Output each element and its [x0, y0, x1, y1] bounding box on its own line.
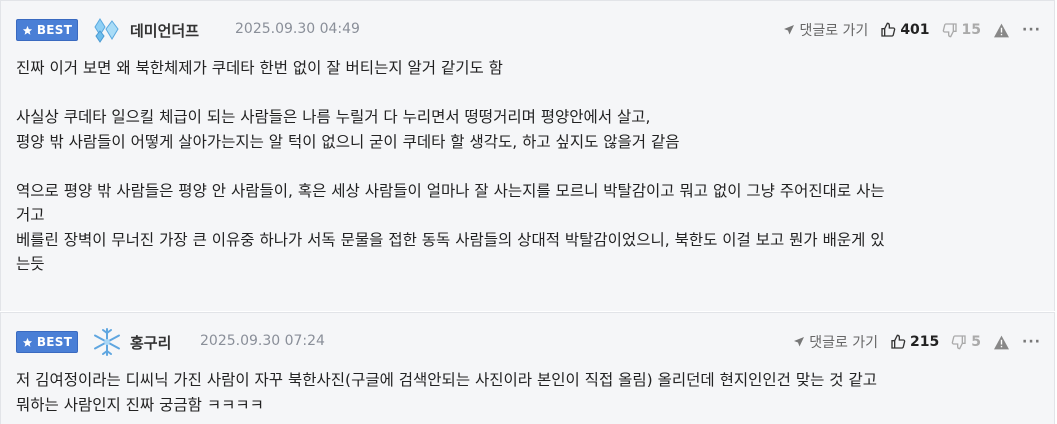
thumbs-down-icon — [942, 23, 957, 38]
like-count: 401 — [900, 22, 930, 38]
comment-date: 2025.09.30 04:49 — [235, 21, 360, 37]
comment-line: 사실상 쿠데타 일으킬 체급이 되는 사람들은 나름 누릴거 다 누리면서 떵떵… — [16, 108, 651, 126]
comment-header: BEST 홍구리 2025.09.30 07:24 댓글로 가기 215 5 ·… — [0, 328, 1057, 356]
send-arrow-icon — [794, 337, 805, 347]
comment-body: 저 김여정이라는 디씨닉 가진 사람이 자꾸 북한사진(구글에 검색안되는 사진… — [16, 368, 1043, 417]
go-to-reply-button[interactable]: 댓글로 가기 — [783, 20, 868, 40]
comment-actions: 댓글로 가기 215 5 ··· — [793, 332, 1041, 352]
thumbs-up-icon — [881, 22, 896, 37]
send-arrow-icon — [784, 25, 795, 35]
comment-line: 진짜 이거 보면 왜 북한체제가 쿠데타 한번 없이 잘 버티는지 알거 같기도… — [16, 59, 503, 77]
comment-line: 평양 밖 사람들이 어떻게 살아가는지는 알 턱이 없으니 굳이 쿠데타 할 생… — [16, 132, 680, 151]
snowflake-avatar-icon[interactable] — [92, 328, 122, 356]
dislike-button[interactable]: 5 — [951, 334, 981, 350]
dislike-button[interactable]: 15 — [942, 22, 981, 38]
nickname[interactable]: 데미언더프 — [130, 20, 199, 41]
best-badge: BEST — [16, 331, 78, 353]
more-icon[interactable]: ··· — [1022, 334, 1041, 350]
comment-body: 진짜 이거 보면 왜 북한체제가 쿠데타 한번 없이 잘 버티는지 알거 같기도… — [16, 56, 1043, 277]
comment-line: 저 김여정이라는 디씨닉 가진 사람이 자꾸 북한사진(구글에 검색안되는 사진… — [16, 371, 877, 389]
best-badge-label: BEST — [36, 335, 73, 349]
thumbs-down-icon — [951, 335, 966, 350]
thumbs-up-icon — [891, 334, 906, 349]
star-icon — [22, 25, 32, 35]
best-badge-label: BEST — [36, 23, 73, 37]
comment-date: 2025.09.30 07:24 — [200, 333, 325, 349]
warning-icon[interactable] — [993, 23, 1010, 38]
comment-header: BEST 데미언더프 2025.09.30 04:49 댓글로 가기 401 1… — [0, 17, 1057, 43]
comment-line: 베를린 장벽이 무너진 가장 큰 이유중 하나가 서독 문물을 접한 동독 사람… — [16, 230, 885, 249]
best-badge: BEST — [16, 19, 78, 41]
dislike-count: 15 — [961, 22, 982, 38]
warning-icon[interactable] — [993, 335, 1010, 350]
nickname[interactable]: 홍구리 — [130, 332, 171, 353]
go-to-reply-button[interactable]: 댓글로 가기 — [793, 332, 878, 352]
more-icon[interactable]: ··· — [1022, 22, 1041, 38]
comment-line: 역으로 평양 밖 사람들은 평양 안 사람들이, 혹은 세상 사람들이 얼마나 … — [16, 181, 885, 200]
diamond-avatar-icon[interactable] — [92, 17, 122, 43]
go-to-reply-label: 댓글로 가기 — [799, 23, 869, 39]
go-to-reply-label: 댓글로 가기 — [809, 335, 879, 351]
comment-line: 뭐하는 사람인지 진짜 궁금함 ㅋㅋㅋㅋ — [16, 395, 264, 414]
comment-actions: 댓글로 가기 401 15 ··· — [783, 20, 1041, 40]
dislike-count: 5 — [971, 334, 982, 350]
like-button[interactable]: 215 — [890, 334, 939, 350]
like-count: 215 — [910, 334, 940, 350]
comment-line: 는듯 — [16, 255, 45, 273]
star-icon — [22, 337, 32, 347]
comment-line: 거고 — [16, 206, 45, 224]
like-button[interactable]: 401 — [880, 22, 930, 38]
